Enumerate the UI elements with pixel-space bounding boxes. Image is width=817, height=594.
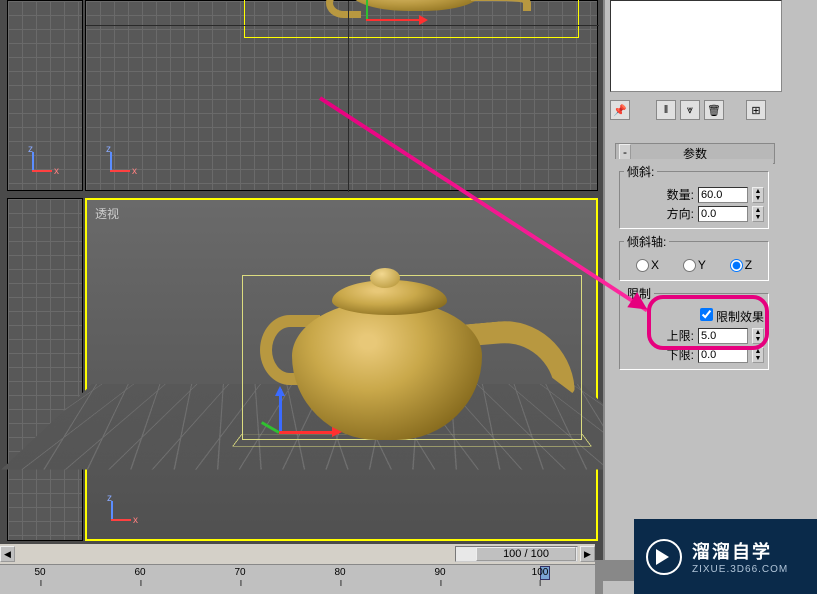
timeline-ruler[interactable]: 50 60 70 80 90 100 xyxy=(0,564,595,594)
amount-spinner[interactable]: ▲▼ xyxy=(752,187,764,203)
axis-x-radio[interactable]: X xyxy=(636,258,659,272)
axis-z-label: z xyxy=(107,493,112,504)
tilt-legend: 倾斜: xyxy=(624,163,657,180)
command-panel: 📌 ‖ ⩔ 🗑 ⊞ - 参数 倾斜: 数量: ▲▼ 方向: ▲▼ 倾斜轴: xyxy=(603,0,817,560)
axis-gizmo: z x xyxy=(104,150,134,180)
watermark-url: ZIXUE.3D66.COM xyxy=(692,564,788,575)
modifier-toolbar: 📌 ‖ ⩔ 🗑 ⊞ xyxy=(610,98,810,122)
axis-line-h xyxy=(86,25,599,26)
amount-input[interactable] xyxy=(698,187,748,203)
show-end-result-icon[interactable]: ‖ xyxy=(656,100,676,120)
scroll-right-button[interactable]: ▶ xyxy=(580,546,595,562)
ruler-tick: 90 xyxy=(434,567,445,578)
watermark-title: 溜溜自学 xyxy=(692,538,788,564)
axis-z-radio[interactable]: Z xyxy=(730,258,752,272)
timeline-scroll-track[interactable]: 100 / 100 xyxy=(455,546,578,562)
ruler-tick: 70 xyxy=(234,567,245,578)
gizmo-axis-x[interactable] xyxy=(279,431,339,434)
translate-gizmo[interactable] xyxy=(262,394,312,444)
axis-x-label: x xyxy=(132,166,137,177)
teapot-knob xyxy=(370,268,400,288)
viewport-top-left[interactable]: z x xyxy=(7,0,83,191)
lower-limit-label: 下限: xyxy=(667,346,694,363)
axis-y-radio[interactable]: Y xyxy=(683,258,706,272)
remove-modifier-icon[interactable]: 🗑 xyxy=(704,100,724,120)
viewport-label-perspective: 透视 xyxy=(95,205,119,222)
ruler-tick: 80 xyxy=(334,567,345,578)
amount-label: 数量: xyxy=(667,186,694,203)
viewport-front[interactable]: z x xyxy=(85,0,598,191)
ruler-tick: 100 xyxy=(532,567,549,578)
limit-effect-checkbox[interactable]: 限制效果 xyxy=(700,308,764,325)
timeline-scrollbar: ◀ 100 / 100 ▶ xyxy=(0,544,595,564)
make-unique-icon[interactable]: ⩔ xyxy=(680,100,700,120)
axis-z-label: z xyxy=(106,144,111,155)
modifier-stack-list[interactable] xyxy=(610,0,782,92)
rollout-toggle-icon[interactable]: - xyxy=(619,144,631,160)
upper-limit-input[interactable] xyxy=(698,328,748,344)
axis-x-label: x xyxy=(54,166,59,177)
axis-gizmo: z x xyxy=(105,499,135,529)
viewport-area: z x z x 透视 xyxy=(0,0,603,560)
direction-spinner[interactable]: ▲▼ xyxy=(752,206,764,222)
viewport-perspective-active[interactable]: 透视 z x xyxy=(85,198,598,541)
axis-x-label: x xyxy=(133,515,138,526)
direction-label: 方向: xyxy=(667,205,694,222)
params-panel: 倾斜: 数量: ▲▼ 方向: ▲▼ 倾斜轴: X Y Z 限制 xyxy=(615,159,773,374)
upper-limit-spinner[interactable]: ▲▼ xyxy=(752,328,764,344)
watermark: 溜溜自学 ZIXUE.3D66.COM xyxy=(634,519,817,594)
ruler-tick: 50 xyxy=(34,567,45,578)
scroll-left-button[interactable]: ◀ xyxy=(0,546,15,562)
tilt-axis-legend: 倾斜轴: xyxy=(624,233,669,250)
viewport-grid xyxy=(8,199,82,540)
ruler-ticks: 50 60 70 80 90 100 xyxy=(0,565,595,594)
frame-display[interactable]: 100 / 100 xyxy=(476,547,576,561)
direction-input[interactable] xyxy=(698,206,748,222)
lower-limit-spinner[interactable]: ▲▼ xyxy=(752,347,764,363)
configure-sets-icon[interactable]: ⊞ xyxy=(746,100,766,120)
teapot-object[interactable] xyxy=(231,0,581,36)
ruler-tick: 60 xyxy=(134,567,145,578)
tilt-axis-group: 倾斜轴: X Y Z xyxy=(619,233,769,281)
viewport-left[interactable] xyxy=(7,198,83,541)
upper-limit-label: 上限: xyxy=(667,327,694,344)
axis-gizmo: z x xyxy=(26,150,56,180)
tilt-group: 倾斜: 数量: ▲▼ 方向: ▲▼ xyxy=(619,163,769,229)
play-icon xyxy=(646,539,682,575)
lower-limit-input[interactable] xyxy=(698,347,748,363)
gizmo-axis-z[interactable] xyxy=(261,421,280,434)
gizmo-axis-y[interactable] xyxy=(279,389,282,434)
pin-stack-icon[interactable]: 📌 xyxy=(610,100,630,120)
axis-line-v xyxy=(348,1,349,192)
axis-z-label: z xyxy=(28,144,33,155)
